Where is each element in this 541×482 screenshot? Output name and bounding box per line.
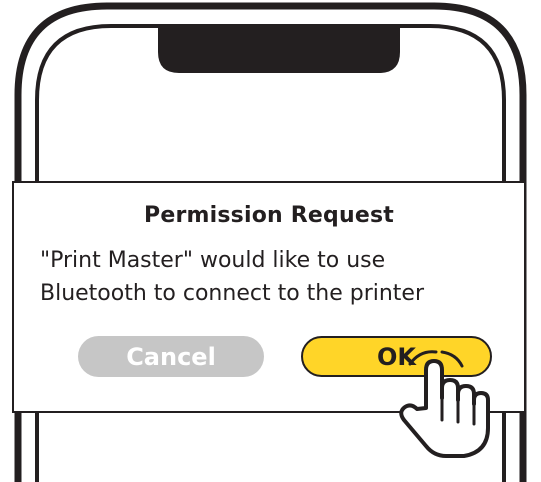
dialog-title: Permission Request [144,203,394,228]
tapping-hand-icon [399,350,490,458]
cancel-button[interactable]: Cancel [78,336,264,377]
dialog-message-line-2: Bluetooth to connect to the printer [40,281,425,306]
dialog-message-line-1: "Print Master" would like to use [40,248,386,273]
phone-notch-icon [158,26,400,73]
dialog-message: "Print Master" would like to use Bluetoo… [40,244,424,310]
illustration-canvas: Permission Request "Print Master" would … [0,0,541,482]
